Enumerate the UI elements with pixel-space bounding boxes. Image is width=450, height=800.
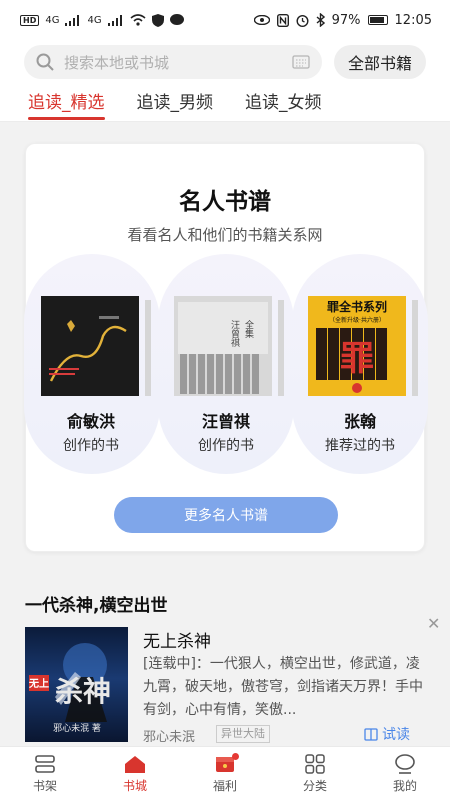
nav-label: 我的 [392,779,417,793]
tab-female[interactable]: 追读_女频 [245,88,322,113]
message-icon [169,14,184,25]
try-read-label: 试读 [382,727,410,743]
profile-icon [395,754,415,774]
all-books-button[interactable]: 全部书籍 [333,45,426,79]
search-placeholder: 搜索本地或书城 [64,53,170,72]
book-cover[interactable]: 无上 杀神 邪心未泯 著 [25,627,128,742]
book-list-item[interactable]: 无上 杀神 邪心未泯 著 无上杀神 [连载中]：一代狠人，横空出世，修武道，凌九… [0,620,450,746]
eye-icon [253,15,270,25]
nav-label: 书城 [122,779,147,793]
person-role: 推荐过的书 [325,438,395,454]
bookshelf-icon [35,755,55,773]
nav-label: 分类 [302,779,327,793]
battery-icon [367,15,388,25]
genre-tag: 异世大陆 [216,725,270,743]
person-name[interactable]: 俞敏洪 [26,408,156,432]
nav-profile[interactable]: 我的 [360,747,450,800]
search-icon [36,53,54,71]
bluetooth-icon [316,13,325,27]
signal-2-label: 4G [87,14,102,26]
cover-text: 无上 [28,677,49,690]
status-right: 97% 12:05 [253,12,432,28]
nav-label: 福利 [212,779,237,793]
alarm-icon [296,14,309,27]
cover-text: 邪心未泯 著 [53,722,101,734]
book-author: 邪心未泯 [143,730,196,745]
cover-text: 汪曾祺 [229,320,240,348]
cover-text: 罪 [340,339,374,379]
person-book-cover[interactable]: 汪曾祺 全集 [174,296,284,396]
book-spine [145,300,151,396]
nav-bookshelf[interactable]: 书架 [0,747,90,800]
signal-icon [107,14,122,26]
nav-category[interactable]: 分类 [270,747,360,800]
hd-indicator: HD [20,14,40,26]
book-title[interactable]: 无上杀神 [143,627,211,652]
book-cover-image: 汪曾祺 全集 [174,296,272,396]
signal-1-label: 4G [45,14,60,26]
bookstore-icon [125,756,145,773]
card-subtitle: 看看名人和他们的书籍关系网 [127,226,323,244]
scan-icon[interactable] [292,54,310,70]
card-title: 名人书谱 [179,189,271,215]
person-role: 创作的书 [198,438,254,454]
tab-featured[interactable]: 追读_精选 [28,88,105,120]
cover-text: 罪全书系列 [327,299,387,314]
notification-dot [232,753,239,760]
search-row: 搜索本地或书城 全部书籍 [0,40,450,84]
nav-label: 书架 [32,779,57,793]
book-spine [412,300,418,396]
tab-bar: 追读_精选 追读_男频 追读_女频 [0,84,450,122]
cover-text: （全新升级·共六册） [329,316,385,324]
nav-welfare[interactable]: 福利 [180,747,270,800]
person-name[interactable]: 张翰 [295,408,425,432]
person-book-cover[interactable]: 罪全书系列 （全新升级·共六册） 罪 [308,296,418,396]
book-description: [连载中]：一代狠人，横空出世，修武道，凌九霄，破天地，傲苍穹，剑指诸天万界！手… [143,656,423,718]
book-cover-image: 无上 杀神 邪心未泯 著 [28,643,111,734]
category-icon [305,754,325,774]
tab-male[interactable]: 追读_男频 [137,88,214,113]
person-book-cover[interactable] [41,296,151,396]
wifi-icon [130,14,146,26]
book-spine [278,300,284,396]
try-read-button[interactable]: 试读 [364,724,410,744]
book-open-icon [364,727,378,741]
status-bar: HD 4G 4G 97% 12:05 [0,0,450,40]
status-left: HD 4G 4G [20,13,184,27]
person-role: 创作的书 [63,438,119,454]
clock-time: 12:05 [394,12,432,28]
cover-text: 杀神 [55,675,111,708]
shield-icon [151,13,164,27]
celebrity-booklist-card: 名人书谱 看看名人和他们的书籍关系网 汪曾祺 全集 罪全书系列 （全新升级·共六… [24,143,428,552]
more-celebrity-button[interactable]: 更多名人书谱 [114,497,338,533]
nav-bookstore[interactable]: 书城 [90,747,180,800]
search-input[interactable]: 搜索本地或书城 [24,45,322,79]
bottom-nav: 书架 书城 福利 分类 我的 [0,746,450,800]
signal-icon [65,14,80,26]
cover-text: 全集 [243,319,254,339]
book-cover-image [41,296,139,396]
nfc-icon [276,13,289,27]
person-name[interactable]: 汪曾祺 [161,408,291,432]
book-cover-image: 罪全书系列 （全新升级·共六册） 罪 [308,296,406,396]
section-title: 一代杀神,横空出世 [25,596,168,616]
battery-percent: 97% [331,12,361,28]
